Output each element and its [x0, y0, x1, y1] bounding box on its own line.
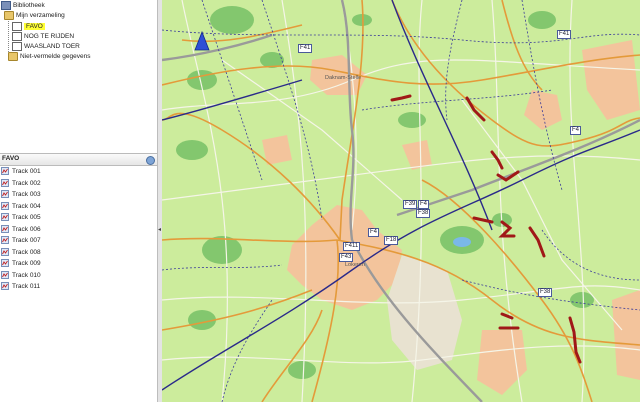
collapse-arrow-icon[interactable]: ◂: [158, 227, 161, 233]
tree-node-collection[interactable]: Mijn verzameling: [4, 11, 65, 20]
place-label-daknam: Daknam-Stelle: [325, 75, 362, 81]
tree-node-collection-label: Mijn verzameling: [16, 12, 65, 20]
track-label: Track 001: [12, 168, 41, 175]
track-icon: [1, 213, 9, 222]
track-row-003[interactable]: Track 003: [0, 189, 157, 200]
road-label-f38-south: F38: [538, 288, 553, 297]
library-tree: Bibliotheek Mijn verzameling FAVO NOG TE…: [0, 0, 160, 152]
road-label-f41-east: F41: [557, 30, 572, 39]
map-canvas: [162, 0, 640, 402]
track-label: Track 002: [12, 179, 41, 187]
tree-node-nog-te-rijden[interactable]: NOG TE RIJDEN: [12, 32, 74, 41]
track-list: Track 001 Track 002 Track 003 Track 004 …: [0, 166, 157, 402]
folder-open-icon: [4, 11, 14, 20]
pond: [453, 237, 471, 247]
road-label-f39: F39: [403, 200, 418, 209]
track-label: Track 009: [12, 260, 41, 267]
track-icon: [1, 247, 9, 256]
track-row-004[interactable]: Track 004: [0, 201, 157, 212]
tree-node-favo-label: FAVO: [24, 23, 45, 31]
road-label-f4-west: F4: [368, 228, 380, 237]
track-icon: [1, 201, 9, 210]
road-label-f43: F43: [339, 253, 354, 262]
track-icon: [1, 259, 9, 268]
track-row-011[interactable]: Track 011: [0, 281, 157, 292]
track-label: Track 004: [12, 202, 41, 210]
track-icon: [1, 178, 9, 187]
road-label-f41-west: F41: [298, 44, 313, 53]
place-label-lokeren: Lokeren: [345, 262, 365, 268]
list-icon: [12, 32, 22, 41]
track-icon: [1, 236, 9, 245]
track-row-002[interactable]: Track 002: [0, 178, 157, 189]
tree-node-library[interactable]: Bibliotheek: [1, 1, 45, 10]
tree-node-nog-te-rijden-label: NOG TE RIJDEN: [24, 33, 75, 41]
track-icon: [1, 190, 9, 199]
track-icon: [1, 270, 9, 279]
road-label-f38-mid: F38: [416, 209, 431, 218]
track-row-001[interactable]: Track 001: [0, 166, 157, 177]
track-label: Track 010: [12, 271, 41, 279]
map-view[interactable]: F41 F41 F4 F39 F4 F38 F4 F411 F18 F43 F3…: [162, 0, 640, 402]
track-list-header: FAVO: [0, 153, 159, 166]
tree-node-unlisted[interactable]: Niet-vermelde gegevens: [8, 52, 90, 61]
track-row-006[interactable]: Track 006: [0, 224, 157, 235]
folder-icon: [8, 52, 18, 61]
road-label-f411: F411: [343, 242, 361, 251]
track-label: Track 003: [12, 191, 41, 198]
track-icon: [1, 224, 9, 233]
road-label-f4-east: F4: [570, 126, 582, 135]
track-label: Track 006: [12, 225, 41, 233]
track-icon: [1, 282, 9, 291]
track-row-005[interactable]: Track 005: [0, 212, 157, 223]
tree-node-waasland-toer-label: WAASLAND TOER: [24, 43, 80, 51]
tree-node-favo[interactable]: FAVO: [12, 22, 45, 31]
track-label: Track 005: [12, 214, 41, 221]
track-row-009[interactable]: Track 009: [0, 258, 157, 269]
track-list-title: FAVO: [2, 155, 20, 162]
list-icon: [12, 42, 22, 51]
track-label: Track 007: [12, 237, 41, 244]
track-icon: [1, 167, 9, 176]
track-row-007[interactable]: Track 007: [0, 235, 157, 246]
track-row-008[interactable]: Track 008: [0, 247, 157, 258]
globe-icon[interactable]: [146, 156, 155, 165]
tree-node-unlisted-label: Niet-vermelde gegevens: [20, 53, 91, 61]
track-row-010[interactable]: Track 010: [0, 270, 157, 281]
tree-node-library-label: Bibliotheek: [13, 2, 45, 10]
road-label-f4-mid: F4: [418, 200, 430, 209]
track-label: Track 008: [12, 248, 41, 256]
list-icon: [12, 22, 22, 31]
library-pane: Bibliotheek Mijn verzameling FAVO NOG TE…: [0, 0, 160, 402]
urban-areas: [262, 40, 640, 395]
tree-node-waasland-toer[interactable]: WAASLAND TOER: [12, 42, 80, 51]
library-icon: [1, 1, 11, 10]
road-label-f18: F18: [384, 236, 399, 245]
track-label: Track 011: [12, 283, 41, 290]
